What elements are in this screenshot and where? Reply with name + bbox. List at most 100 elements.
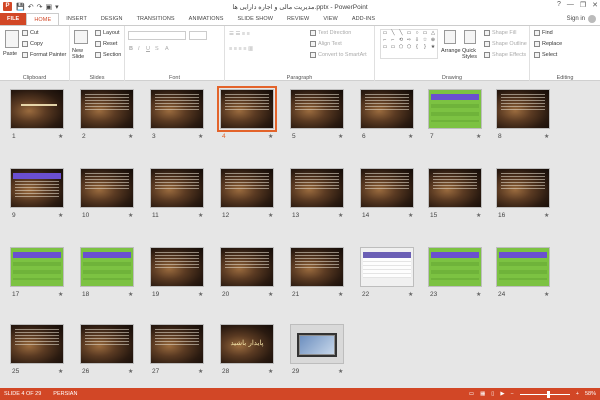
shapes-gallery[interactable]: ▭ ╲ ╲ ▭ ○ ▭ △ ⌐ ⌐ ⟲ ⇨ ⇩ ☆ ⊕ ▭ ▭ ⬠ ⬡{} ★ (380, 29, 438, 59)
slide-thumbnail[interactable] (150, 324, 204, 364)
convert-smartart-button[interactable]: Convert to SmartArt (310, 52, 367, 58)
transition-star-icon[interactable]: ★ (198, 291, 203, 298)
slide-thumbnail[interactable] (10, 168, 64, 208)
slide-thumbnail[interactable] (496, 247, 550, 287)
slide-thumbnail[interactable] (360, 247, 414, 287)
cut-button[interactable]: Cut (22, 30, 39, 36)
slide-thumbnail[interactable] (290, 89, 344, 129)
shadow-button[interactable]: S (155, 46, 159, 52)
zoom-in-button[interactable]: + (576, 391, 579, 397)
find-button[interactable]: Find (534, 30, 553, 36)
bullets-button[interactable]: ☰ ☰ ≡ ≡ (229, 31, 250, 37)
copy-button[interactable]: Copy (22, 41, 43, 47)
underline-button[interactable]: U (146, 46, 150, 52)
font-family-dropdown[interactable] (128, 31, 186, 40)
tab-file[interactable]: FILE (0, 13, 27, 25)
slide-thumbnail[interactable] (220, 247, 274, 287)
slide-thumbnail[interactable] (80, 247, 134, 287)
quick-styles-button[interactable]: Quick Styles (462, 48, 482, 60)
slide-thumbnail[interactable] (150, 247, 204, 287)
transition-star-icon[interactable]: ★ (338, 291, 343, 298)
transition-star-icon[interactable]: ★ (128, 212, 133, 219)
powerpoint-icon[interactable]: P (3, 2, 12, 11)
transition-star-icon[interactable]: ★ (268, 212, 273, 219)
paste-button[interactable]: Paste (3, 51, 17, 57)
quick-styles-icon[interactable] (464, 30, 476, 44)
align-buttons[interactable]: ≡ ≡ ≡ ≡ ▥ (229, 46, 253, 52)
slide-thumbnail[interactable] (10, 89, 64, 129)
transition-star-icon[interactable]: ★ (58, 291, 63, 298)
transition-star-icon[interactable]: ★ (58, 368, 63, 375)
slide-thumbnail[interactable] (428, 168, 482, 208)
tab-transitions[interactable]: TRANSITIONS (130, 13, 182, 25)
transition-star-icon[interactable]: ★ (58, 212, 63, 219)
zoom-level[interactable]: 58% (585, 391, 596, 397)
transition-star-icon[interactable]: ★ (476, 133, 481, 140)
zoom-out-button[interactable]: − (511, 391, 514, 397)
select-button[interactable]: Select (534, 52, 557, 58)
slide-thumbnail[interactable] (428, 89, 482, 129)
arrange-icon[interactable] (444, 30, 456, 44)
font-color-button[interactable]: A (165, 46, 169, 52)
minimize-icon[interactable]: — (567, 1, 574, 9)
section-button[interactable]: Section (95, 52, 121, 58)
slide-thumbnail[interactable] (217, 86, 277, 132)
tab-review[interactable]: REVIEW (280, 13, 316, 25)
arrange-button[interactable]: Arrange (441, 48, 461, 54)
format-painter-button[interactable]: Format Painter (22, 52, 66, 58)
transition-star-icon[interactable]: ★ (338, 368, 343, 375)
slide-thumbnail[interactable] (290, 168, 344, 208)
redo-icon[interactable]: ↷ (37, 3, 43, 11)
customize-qat-icon[interactable]: ▾ (55, 3, 59, 11)
transition-star-icon[interactable]: ★ (476, 291, 481, 298)
tab-slide-show[interactable]: SLIDE SHOW (231, 13, 281, 25)
slide-thumbnail[interactable] (10, 324, 64, 364)
restore-icon[interactable]: ❐ (580, 1, 586, 9)
italic-button[interactable]: I (138, 46, 140, 52)
tab-animations[interactable]: ANIMATIONS (182, 13, 231, 25)
transition-star-icon[interactable]: ★ (338, 212, 343, 219)
transition-star-icon[interactable]: ★ (408, 212, 413, 219)
undo-icon[interactable]: ↶ (28, 3, 34, 11)
transition-star-icon[interactable]: ★ (128, 291, 133, 298)
slideshow-view-icon[interactable]: ▶ (500, 391, 504, 397)
slide-thumbnail[interactable] (80, 89, 134, 129)
transition-star-icon[interactable]: ★ (408, 133, 413, 140)
font-size-dropdown[interactable] (189, 31, 207, 40)
align-text-button[interactable]: Align Text (310, 41, 342, 47)
transition-star-icon[interactable]: ★ (268, 133, 273, 140)
transition-star-icon[interactable]: ★ (128, 368, 133, 375)
slide-thumbnail[interactable] (360, 168, 414, 208)
reset-button[interactable]: Reset (95, 41, 117, 47)
sorter-view-icon[interactable]: ▦ (480, 391, 485, 397)
new-slide-icon[interactable] (74, 30, 88, 44)
slide-thumbnail[interactable] (496, 168, 550, 208)
transition-star-icon[interactable]: ★ (408, 291, 413, 298)
shape-effects-button[interactable]: Shape Effects (484, 52, 526, 58)
transition-star-icon[interactable]: ★ (476, 212, 481, 219)
layout-button[interactable]: Layout (95, 30, 120, 36)
bold-button[interactable]: B (129, 46, 133, 52)
tab-insert[interactable]: INSERT (59, 13, 94, 25)
tab-home[interactable]: HOME (26, 13, 60, 25)
transition-star-icon[interactable]: ★ (268, 291, 273, 298)
transition-star-icon[interactable]: ★ (198, 368, 203, 375)
tab-add-ins[interactable]: ADD-INS (345, 13, 382, 25)
shape-fill-button[interactable]: Shape Fill (484, 30, 516, 36)
transition-star-icon[interactable]: ★ (544, 212, 549, 219)
slide-thumbnail[interactable] (360, 89, 414, 129)
save-icon[interactable]: 💾 (16, 3, 25, 11)
shape-outline-button[interactable]: Shape Outline (484, 41, 527, 47)
transition-star-icon[interactable]: ★ (198, 133, 203, 140)
tab-design[interactable]: DESIGN (94, 13, 130, 25)
close-icon[interactable]: ✕ (592, 1, 598, 9)
transition-star-icon[interactable]: ★ (544, 291, 549, 298)
slide-thumbnail[interactable] (220, 168, 274, 208)
transition-star-icon[interactable]: ★ (338, 133, 343, 140)
transition-star-icon[interactable]: ★ (128, 133, 133, 140)
slide-thumbnail[interactable] (150, 168, 204, 208)
transition-star-icon[interactable]: ★ (544, 133, 549, 140)
slide-thumbnail[interactable] (10, 247, 64, 287)
paste-icon[interactable] (5, 30, 19, 48)
slide-thumbnail[interactable] (496, 89, 550, 129)
